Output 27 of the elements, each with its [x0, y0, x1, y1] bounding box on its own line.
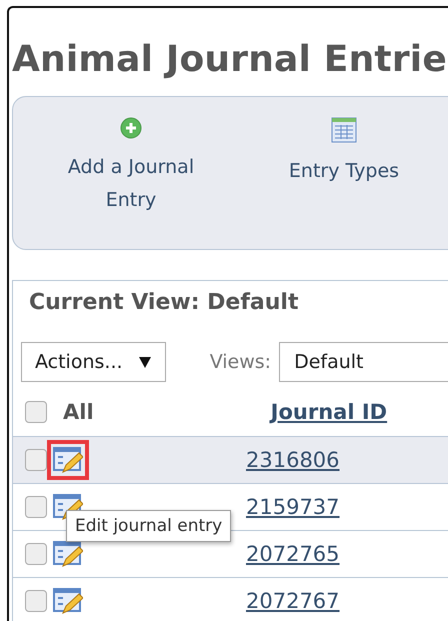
edit-button[interactable]	[47, 440, 89, 480]
table-icon	[331, 117, 357, 143]
row-checkbox[interactable]	[25, 496, 47, 518]
row-checkbox[interactable]	[25, 449, 47, 471]
select-all-checkbox[interactable]	[25, 401, 47, 423]
journal-id-link[interactable]: 2072767	[246, 589, 340, 613]
caret-icon	[138, 356, 151, 368]
views-dropdown[interactable]: Default	[279, 342, 448, 382]
column-header[interactable]: Journal ID	[270, 400, 388, 424]
journal-id-link[interactable]: 2316806	[246, 448, 340, 472]
plus-circle-icon	[120, 117, 142, 139]
select-all-label: All	[63, 400, 94, 424]
table-row[interactable]: 2316806	[13, 437, 448, 484]
view-title: Current View: Default	[28, 289, 300, 317]
row-checkbox[interactable]	[25, 590, 47, 612]
edit-form-icon	[53, 540, 83, 568]
toolbar-button[interactable]: Entry Types	[288, 155, 400, 188]
actions-dropdown[interactable]: Actions...	[21, 342, 166, 382]
row-checkbox[interactable]	[25, 543, 47, 565]
tooltip: Edit journal entry	[66, 510, 232, 542]
page-title: Animal Journal Entrie	[12, 38, 448, 82]
journal-id-link[interactable]: 2159737	[246, 495, 340, 519]
edit-form-icon	[53, 587, 83, 615]
edit-form-icon	[53, 446, 83, 474]
toolbar-button[interactable]: Add a Journal Entry	[46, 151, 216, 217]
journal-id-link[interactable]: 2072765	[246, 542, 340, 566]
views-label: Views:	[210, 351, 272, 373]
